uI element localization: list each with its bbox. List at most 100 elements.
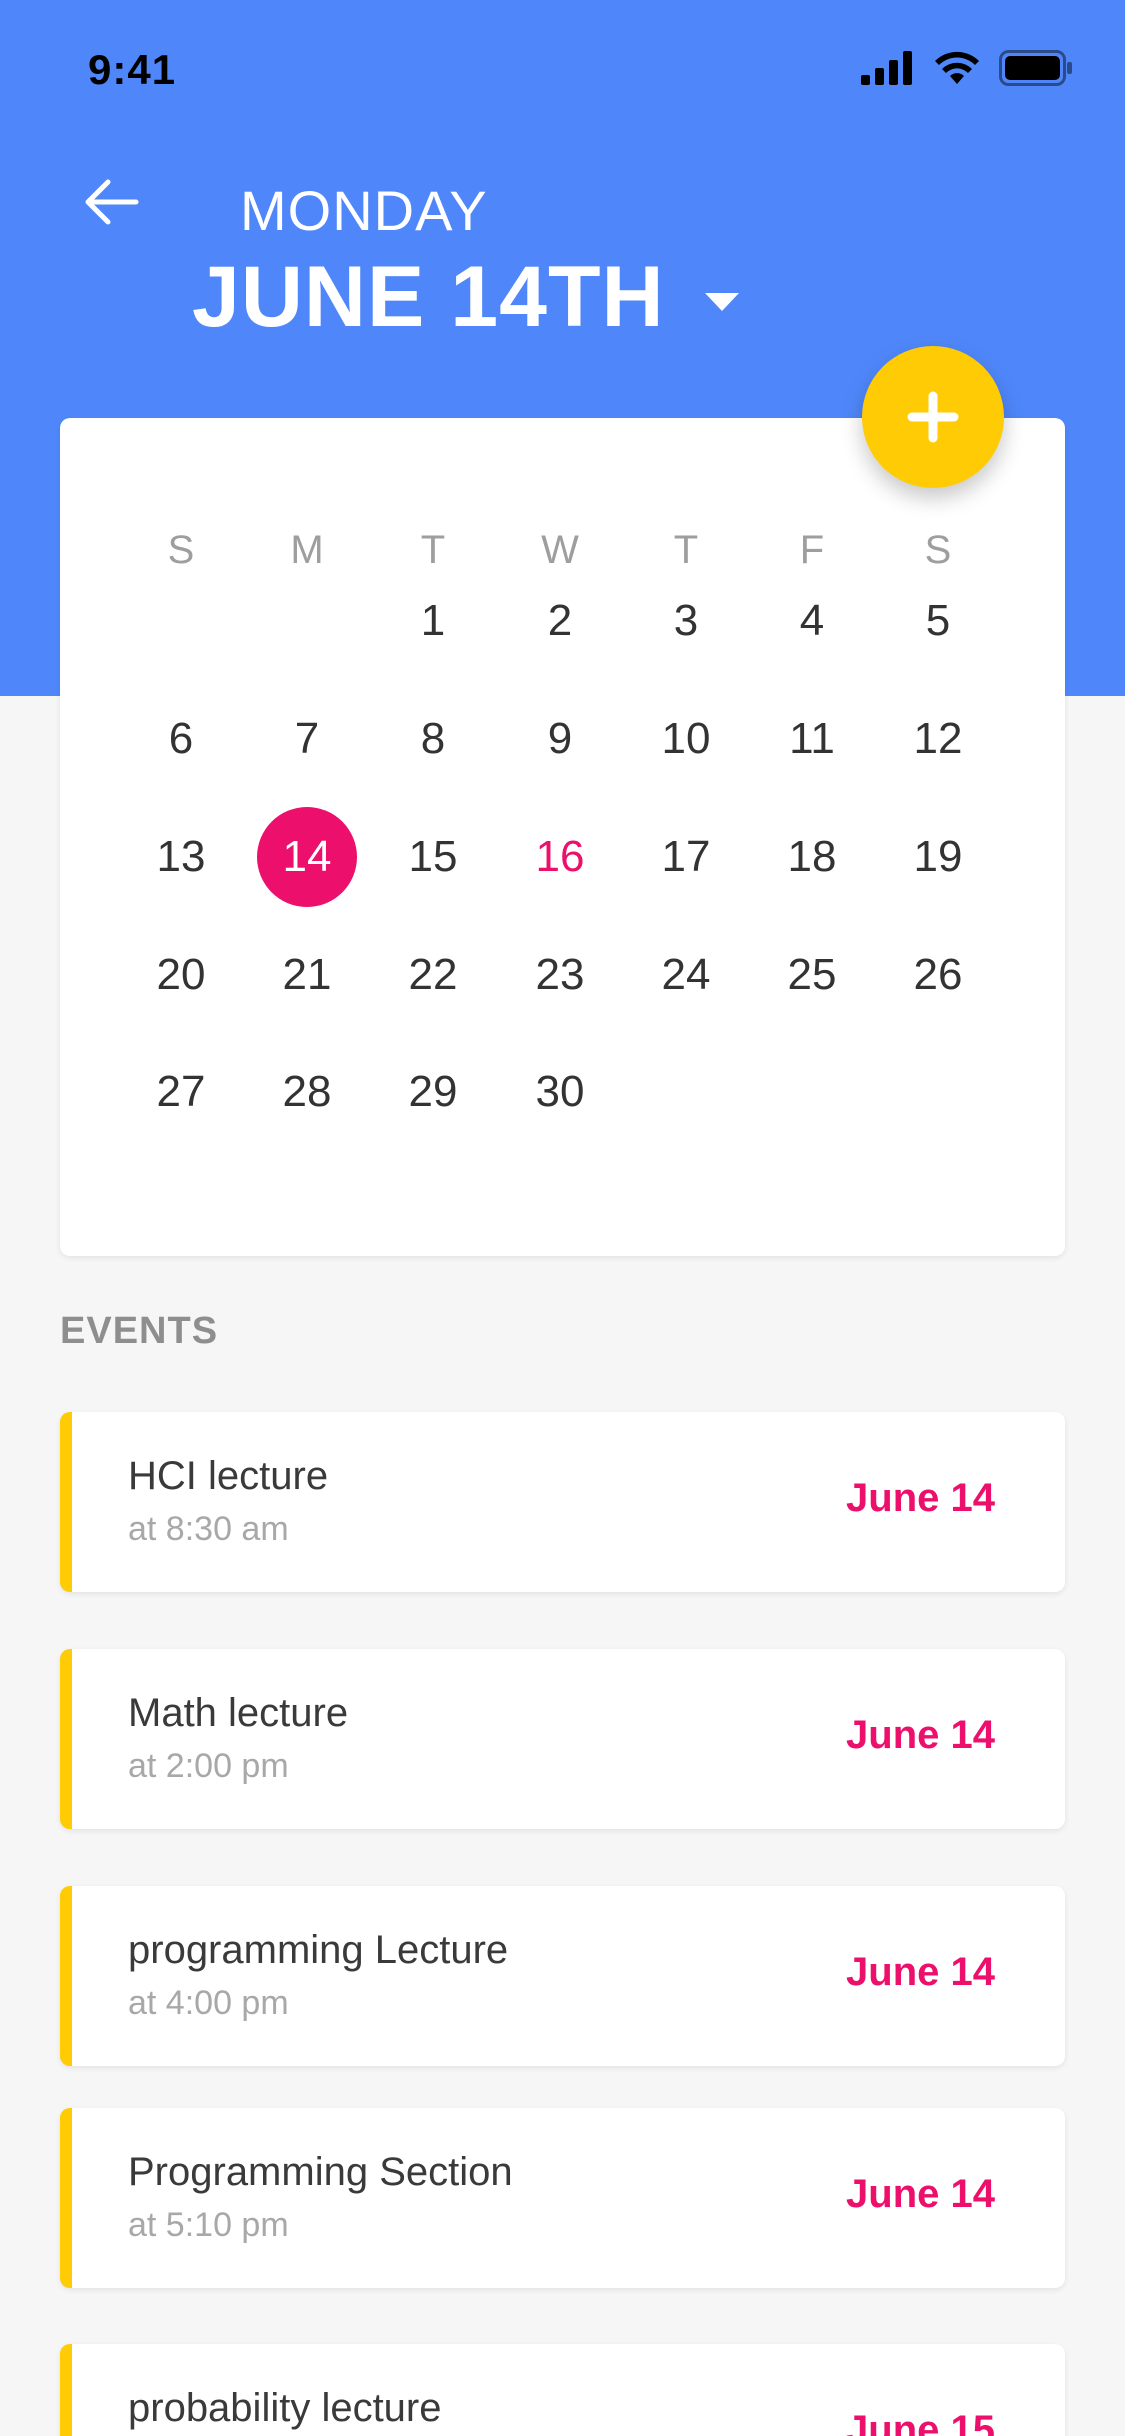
- day-number: 2: [547, 596, 573, 645]
- calendar-day[interactable]: 21: [252, 925, 362, 1025]
- calendar-day[interactable]: 18: [757, 807, 867, 907]
- calendar-day[interactable]: 6: [126, 689, 236, 789]
- calendar-day[interactable]: 15: [378, 807, 488, 907]
- calendar-day[interactable]: 22: [378, 925, 488, 1025]
- status-time: 9:41: [88, 46, 177, 93]
- event-title: probability lecture: [128, 2386, 442, 2430]
- day-number: 17: [661, 832, 711, 881]
- day-number: 6: [168, 714, 194, 763]
- day-number: 18: [787, 832, 837, 881]
- day-number: 19: [913, 832, 963, 881]
- event-date: June 14: [846, 1476, 995, 1520]
- calendar-day[interactable]: 25: [757, 925, 867, 1025]
- event-date: June 14: [846, 1950, 995, 1994]
- battery-icon: [999, 50, 1072, 86]
- day-number: 23: [535, 950, 585, 999]
- day-number: 13: [156, 832, 206, 881]
- day-number: 12: [913, 714, 963, 763]
- calendar-day[interactable]: 11: [757, 689, 867, 789]
- calendar-day[interactable]: 27: [126, 1042, 236, 1142]
- weekday-header: F: [799, 528, 825, 572]
- calendar-day[interactable]: 23: [505, 925, 615, 1025]
- calendar-day[interactable]: 9: [505, 689, 615, 789]
- day-number: 9: [547, 714, 573, 763]
- calendar-day[interactable]: 12: [883, 689, 993, 789]
- add-event-button[interactable]: [862, 346, 1004, 488]
- day-number: 29: [408, 1067, 458, 1116]
- day-number: 28: [282, 1067, 332, 1116]
- wifi-icon: [935, 51, 979, 84]
- caret-down-icon: [704, 292, 739, 311]
- weekday-header: T: [673, 528, 699, 572]
- calendar-day[interactable]: 26: [883, 925, 993, 1025]
- weekday-header: S: [167, 528, 195, 572]
- event-date: June 14: [846, 2172, 995, 2216]
- event-title: programming Lecture: [128, 1928, 509, 1972]
- weekday-header: W: [541, 528, 579, 572]
- day-number: 16: [535, 832, 585, 881]
- day-number: 3: [673, 596, 699, 645]
- weekday-header: T: [420, 528, 446, 572]
- calendar-day[interactable]: 5: [883, 571, 993, 671]
- calendar-day[interactable]: 3: [631, 571, 741, 671]
- event-time: at 5:10 pm: [128, 2206, 289, 2244]
- day-number: 1: [420, 596, 446, 645]
- event-card[interactable]: programming Lecture at 4:00 pm June 14: [60, 1886, 1065, 2066]
- status-icons: [861, 50, 1073, 86]
- calendar-day[interactable]: 13: [126, 807, 236, 907]
- events-heading: EVENTS: [60, 1310, 219, 1352]
- day-number: 20: [156, 950, 206, 999]
- calendar-day[interactable]: 7: [252, 689, 362, 789]
- status-bar: 9:41: [0, 0, 1125, 140]
- day-number: 27: [156, 1067, 206, 1116]
- calendar-day[interactable]: 17: [631, 807, 741, 907]
- day-number: 5: [925, 596, 951, 645]
- weekday-header: S: [924, 528, 952, 572]
- calendar-card: S M T W T F S 1 2 3 4 5 6 7 8 9 10 11 12 13 14 15 16 17 18 19 20 21…: [60, 418, 1065, 1256]
- calendar-day[interactable]: 8: [378, 689, 488, 789]
- date-selector[interactable]: JUNE 14TH: [192, 248, 739, 347]
- calendar-day[interactable]: 20: [126, 925, 236, 1025]
- day-number: 25: [787, 950, 837, 999]
- calendar-day[interactable]: 2: [505, 571, 615, 671]
- calendar-day[interactable]: 10: [631, 689, 741, 789]
- day-number: 8: [420, 714, 446, 763]
- day-number: 21: [282, 950, 332, 999]
- event-title: HCI lecture: [128, 1454, 329, 1498]
- event-card[interactable]: HCI lecture at 8:30 am June 14: [60, 1412, 1065, 1592]
- calendar-day[interactable]: 29: [378, 1042, 488, 1142]
- event-card[interactable]: Math lecture at 2:00 pm June 14: [60, 1649, 1065, 1829]
- plus-icon: [907, 391, 959, 443]
- day-number: 10: [661, 714, 711, 763]
- calendar-day[interactable]: 4: [757, 571, 867, 671]
- weekday-header: M: [290, 528, 324, 572]
- day-number: 7: [294, 714, 320, 763]
- day-number: 14: [257, 807, 357, 907]
- calendar-grid: S M T W T F S 1 2 3 4 5 6 7 8 9 10 11 12 13 14 15 16 17 18 19 20 21…: [60, 418, 1065, 1256]
- arrow-left-icon[interactable]: [80, 170, 144, 234]
- day-number: 30: [535, 1067, 585, 1116]
- event-time: at 2:00 pm: [128, 1747, 289, 1785]
- day-number: 26: [913, 950, 963, 999]
- day-number: 22: [408, 950, 458, 999]
- event-card[interactable]: probability lecture June 15: [60, 2344, 1065, 2436]
- calendar-day[interactable]: 28: [252, 1042, 362, 1142]
- day-label: MONDAY: [240, 179, 488, 242]
- calendar-day-highlighted[interactable]: 16: [505, 807, 615, 907]
- event-date: June 14: [846, 1713, 995, 1757]
- calendar-day[interactable]: 1: [378, 571, 488, 671]
- event-title: Programming Section: [128, 2150, 513, 2194]
- event-time: at 4:00 pm: [128, 1984, 289, 2022]
- event-card[interactable]: Programming Section at 5:10 pm June 14: [60, 2108, 1065, 2288]
- event-time: at 8:30 am: [128, 1510, 289, 1548]
- calendar-day[interactable]: 24: [631, 925, 741, 1025]
- date-title: JUNE 14TH: [192, 249, 665, 345]
- day-number: 15: [408, 832, 458, 881]
- calendar-day[interactable]: 19: [883, 807, 993, 907]
- calendar-day[interactable]: 30: [505, 1042, 615, 1142]
- day-number: 4: [799, 596, 825, 645]
- event-title: Math lecture: [128, 1691, 349, 1735]
- signal-icon: [861, 51, 912, 85]
- event-date: June 15: [846, 2408, 995, 2436]
- calendar-day-selected[interactable]: 14: [252, 807, 362, 907]
